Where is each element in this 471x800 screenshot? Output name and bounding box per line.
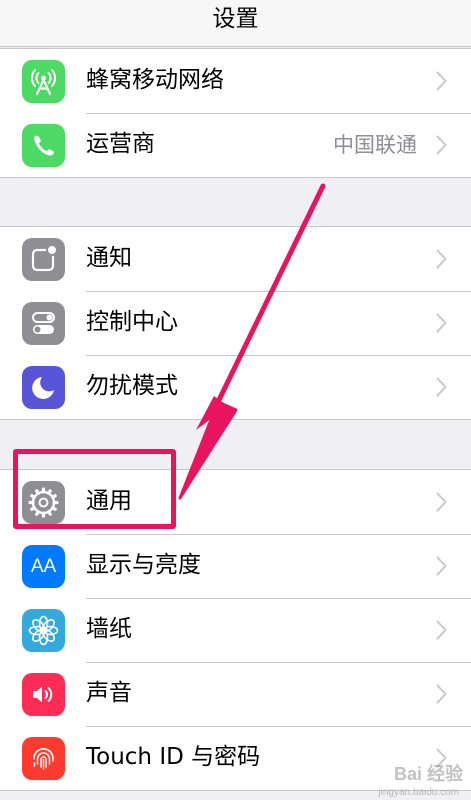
settings-row-cellular[interactable]: 蜂窝移动网络 [0,49,471,113]
settings-row-notifications[interactable]: 通知 [0,227,471,291]
settings-row-label: 控制中心 [86,309,178,335]
settings-row-label: Touch ID 与密码 [86,744,261,770]
settings-group-connectivity: 蜂窝移动网络 运营商 中国联通 [0,48,471,178]
settings-row-do-not-disturb[interactable]: 勿扰模式 [0,355,471,419]
page-title: 设置 [212,6,259,32]
gear-icon [22,481,65,524]
chevron-right-icon [436,71,447,91]
chevron-right-icon [436,377,447,397]
chevron-right-icon [436,684,447,704]
settings-row-label: 显示与亮度 [86,552,201,578]
chevron-right-icon [436,620,447,640]
settings-row-label: 墙纸 [86,616,132,642]
chevron-right-icon [436,135,447,155]
settings-row-general[interactable]: 通用 [0,470,471,534]
settings-row-label: 勿扰模式 [86,373,178,399]
phone-icon [22,124,65,167]
speaker-icon [22,673,65,716]
settings-screen: 设置 蜂窝移动网络 运营商 中国联通 通知 控制中心 勿扰模式 通用 AA 显示… [0,0,471,800]
settings-group-system: 通知 控制中心 勿扰模式 [0,226,471,420]
settings-row-label: 声音 [86,680,132,706]
text-size-icon-glyph: AA [30,555,57,577]
settings-row-label: 运营商 [86,131,155,157]
notifications-icon [22,238,65,281]
settings-row-wallpaper[interactable]: 墙纸 [0,598,471,662]
text-size-icon: AA [22,545,65,588]
settings-row-touch-id[interactable]: Touch ID 与密码 [0,726,471,790]
settings-group-device: 通用 AA 显示与亮度 墙纸 声音 Touch ID 与密码 [0,469,471,791]
settings-row-label: 通知 [86,245,132,271]
chevron-right-icon [436,748,447,768]
settings-row-display-brightness[interactable]: AA 显示与亮度 [0,534,471,598]
navigation-bar: 设置 [0,0,471,47]
chevron-right-icon [436,249,447,269]
control-center-icon [22,302,65,345]
settings-row-control-center[interactable]: 控制中心 [0,291,471,355]
flower-icon [22,609,65,652]
chevron-right-icon [436,556,447,576]
fingerprint-icon [22,737,65,780]
chevron-right-icon [436,313,447,333]
moon-icon [22,366,65,409]
settings-row-sounds[interactable]: 声音 [0,662,471,726]
settings-row-label: 通用 [86,488,132,514]
cellular-antenna-icon [22,60,65,103]
settings-row-carrier[interactable]: 运营商 中国联通 [0,113,471,177]
carrier-value: 中国联通 [333,133,417,157]
settings-row-label: 蜂窝移动网络 [86,67,224,93]
chevron-right-icon [436,492,447,512]
